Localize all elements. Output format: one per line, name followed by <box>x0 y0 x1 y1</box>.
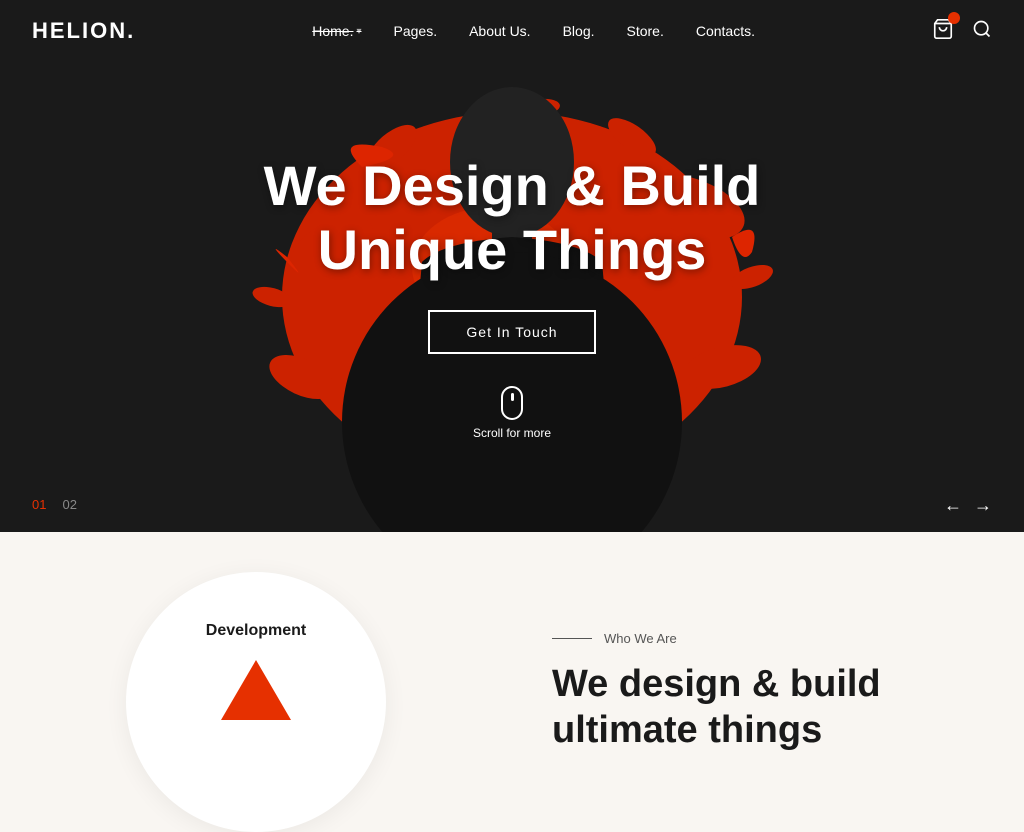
dev-circle: Development <box>126 572 386 832</box>
nav-store[interactable]: Store. <box>627 23 664 39</box>
below-right: Who We Are We design & build ultimate th… <box>512 532 1024 832</box>
dev-triangle-icon <box>221 660 291 720</box>
hero-section: We Design & Build Unique Things Get In T… <box>0 62 1024 532</box>
eyebrow-line <box>552 638 592 639</box>
search-button[interactable] <box>972 19 992 44</box>
section-eyebrow: Who We Are <box>552 631 984 646</box>
below-left: Development <box>0 532 512 832</box>
scroll-hint: Scroll for more <box>473 386 551 440</box>
next-arrow-button[interactable]: → <box>974 495 992 516</box>
hero-content: We Design & Build Unique Things Get In T… <box>264 154 761 441</box>
nav-contacts[interactable]: Contacts. <box>696 23 755 39</box>
slide-arrows: ← → <box>944 495 992 516</box>
slide-indicators: 01 02 <box>32 497 77 512</box>
nav-home[interactable]: Home. ▾ <box>312 23 361 39</box>
chevron-down-icon: ▾ <box>356 26 361 37</box>
slide-num-2[interactable]: 02 <box>62 497 76 512</box>
below-fold-section: Development Who We Are We design & build… <box>0 532 1024 832</box>
hero-title: We Design & Build Unique Things <box>264 154 761 283</box>
header-icons <box>932 18 992 45</box>
logo: HELION. <box>32 18 135 44</box>
main-nav: Home. ▾ Pages. About Us. Blog. Store. Co… <box>312 23 755 39</box>
eyebrow-text: Who We Are <box>604 631 677 646</box>
nav-blog[interactable]: Blog. <box>563 23 595 39</box>
nav-pages[interactable]: Pages. <box>394 23 438 39</box>
mouse-dot <box>511 393 514 401</box>
mouse-icon <box>501 386 523 420</box>
dev-label: Development <box>206 622 306 640</box>
cta-button[interactable]: Get In Touch <box>428 310 595 354</box>
site-header: HELION. Home. ▾ Pages. About Us. Blog. S… <box>0 0 1024 62</box>
nav-about[interactable]: About Us. <box>469 23 530 39</box>
slide-num-1[interactable]: 01 <box>32 497 46 512</box>
scroll-label: Scroll for more <box>473 426 551 440</box>
prev-arrow-button[interactable]: ← <box>944 495 962 516</box>
section-title: We design & build ultimate things <box>552 662 984 753</box>
cart-badge <box>948 12 960 24</box>
cart-button[interactable] <box>932 18 954 45</box>
